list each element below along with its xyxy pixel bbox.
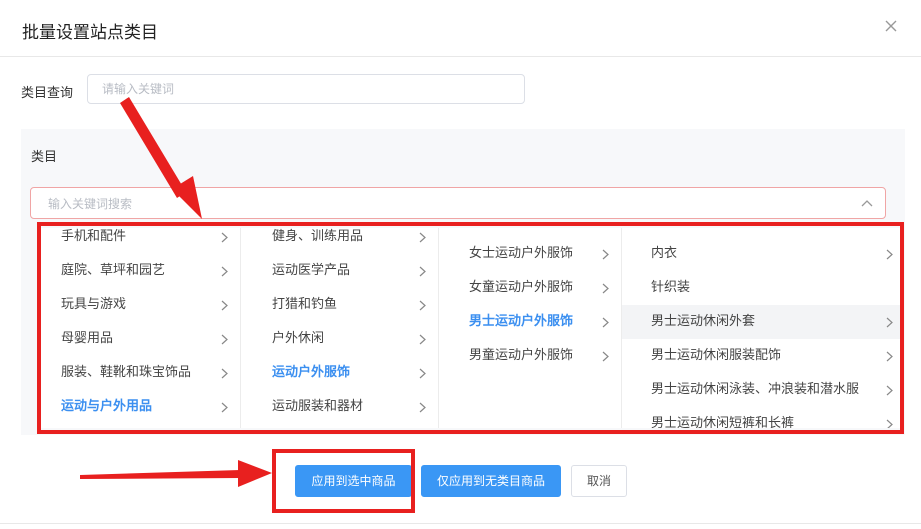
cascader-column-2: 健身、训练用品 运动医学产品 打猎和钓鱼户外休闲运动户外服饰 运动服装和器材 <box>241 228 439 428</box>
chevron-right-icon <box>221 266 228 277</box>
cancel-button[interactable]: 取消 <box>571 465 627 497</box>
cascader-item-label: 男士运动休闲泳装、冲浪装和潜水服 <box>651 382 860 397</box>
chevron-right-icon <box>221 300 228 311</box>
chevron-right-icon <box>419 402 426 413</box>
cascader-item[interactable]: 服装、鞋靴和珠宝饰品 <box>38 356 240 390</box>
cascader-item[interactable]: 针织装 <box>622 271 900 305</box>
chevron-right-icon <box>419 300 426 311</box>
cascader-item[interactable]: 女童运动户外服饰 <box>439 271 621 305</box>
cascader-item-label: 男童运动户外服饰 <box>469 348 574 363</box>
cascader-item[interactable]: 男士运动户外服饰 <box>439 305 621 339</box>
batch-category-dialog: 批量设置站点类目 类目查询 类目 手机和配件庭院、草坪和园艺玩具与游戏母婴用品服… <box>0 0 921 529</box>
cascader-item-label: 健身、训练用品 <box>272 229 364 244</box>
cascader-column-4: 内衣针织装男士运动休闲外套男士运动休闲服装配饰男士运动休闲泳装、冲浪装和潜水服男… <box>622 228 900 428</box>
chevron-right-icon <box>886 351 893 362</box>
cascader-item-label: 女童运动户外服饰 <box>469 280 574 295</box>
cascader-item-label: 打猎和钓鱼 <box>272 297 338 312</box>
footer-divider <box>0 523 921 524</box>
cascader-item-label: 男士运动休闲外套 <box>651 314 756 329</box>
chevron-right-icon <box>886 419 893 428</box>
category-cascader: 手机和配件 庭院、草坪和园艺 玩具与游戏 母婴用品 服装、鞋靴和珠宝饰品 运动与户外用品 … <box>38 228 900 428</box>
cascader-item-label: 母婴用品 <box>61 331 114 346</box>
chevron-right-icon <box>221 334 228 345</box>
cascader-item[interactable]: 运动服装和器材 <box>241 390 438 424</box>
cascader-item-label: 运动服装和器材 <box>272 399 364 414</box>
cascader-item[interactable]: 打猎和钓鱼 <box>241 288 438 322</box>
close-icon[interactable] <box>881 16 901 36</box>
cascader-item[interactable]: 庭院、草坪和园艺 <box>38 254 240 288</box>
cascader-item[interactable]: 户外休闲 <box>241 322 438 356</box>
cascader-item[interactable]: 男士运动休闲短裤和长裤 <box>622 407 900 428</box>
cascader-column-3: 女士运动户外服饰 女童运动户外服饰 男士运动户外服饰 男童运动户外服饰 <box>439 228 622 428</box>
dialog-header: 批量设置站点类目 <box>0 0 921 57</box>
category-label: 类目 <box>31 150 58 165</box>
chevron-right-icon <box>221 402 228 413</box>
category-query-label: 类目查询 <box>21 86 74 101</box>
cascader-item[interactable]: 健身、训练用品 <box>241 228 438 254</box>
cascader-item-label: 手机和配件 <box>61 229 127 244</box>
category-search-input[interactable] <box>46 188 830 220</box>
chevron-right-icon <box>419 334 426 345</box>
cascader-item[interactable]: 运动与户外用品 <box>38 390 240 424</box>
apply-to-uncategorized-button[interactable]: 仅应用到无类目商品 <box>421 465 561 497</box>
cascader-item-label: 针织装 <box>651 280 691 295</box>
chevron-right-icon <box>602 351 609 362</box>
chevron-right-icon <box>886 249 893 260</box>
dialog-title: 批量设置站点类目 <box>22 23 158 43</box>
cascader-item-label: 玩具与游戏 <box>61 297 127 312</box>
category-search-box[interactable] <box>30 187 886 220</box>
cascader-item-label: 户外休闲 <box>272 331 325 346</box>
cascader-item[interactable]: 女士运动户外服饰 <box>439 237 621 271</box>
chevron-right-icon <box>602 283 609 294</box>
cascader-item-label: 庭院、草坪和园艺 <box>61 263 166 278</box>
cascader-item[interactable]: 男士运动休闲泳装、冲浪装和潜水服 <box>622 373 900 407</box>
cascader-item-label: 男士运动休闲服装配饰 <box>651 348 782 363</box>
cascader-item-label: 女士运动户外服饰 <box>469 246 574 261</box>
cascader-item[interactable]: 手机和配件 <box>38 228 240 254</box>
cascader-item[interactable]: 母婴用品 <box>38 322 240 356</box>
cascader-item[interactable]: 男童运动户外服饰 <box>439 339 621 373</box>
chevron-right-icon <box>419 232 426 243</box>
cascader-column-1: 手机和配件庭院、草坪和园艺 玩具与游戏母婴用品服装、鞋靴和珠宝饰品 运动与户外用品 <box>38 228 241 428</box>
cascader-item[interactable]: 男士运动休闲服装配饰 <box>622 339 900 373</box>
chevron-right-icon <box>886 385 893 396</box>
chevron-right-icon <box>602 317 609 328</box>
chevron-right-icon <box>221 232 228 243</box>
chevron-right-icon <box>602 249 609 260</box>
cascader-item-label: 男士运动户外服饰 <box>469 314 574 329</box>
chevron-right-icon <box>886 317 893 328</box>
category-query-input[interactable] <box>87 74 525 104</box>
apply-to-selected-button[interactable]: 应用到选中商品 <box>295 465 412 497</box>
chevron-right-icon <box>419 368 426 379</box>
cascader-item-label: 服装、鞋靴和珠宝饰品 <box>61 365 192 380</box>
chevron-right-icon <box>419 266 426 277</box>
cascader-item-label: 运动户外服饰 <box>272 365 351 380</box>
cascader-item-label: 内衣 <box>651 246 678 261</box>
chevron-right-icon <box>221 368 228 379</box>
cascader-item[interactable]: 运动医学产品 <box>241 254 438 288</box>
cascader-item-label: 运动与户外用品 <box>61 399 153 414</box>
cascader-item[interactable]: 运动户外服饰 <box>241 356 438 390</box>
cascader-item[interactable]: 男士运动休闲外套 <box>622 305 900 339</box>
cascader-item[interactable]: 内衣 <box>622 237 900 271</box>
cascader-item-label: 运动医学产品 <box>272 263 351 278</box>
cascader-item[interactable]: 玩具与游戏 <box>38 288 240 322</box>
cascader-item-label: 男士运动休闲短裤和长裤 <box>651 416 795 428</box>
chevron-up-icon[interactable] <box>861 198 873 208</box>
